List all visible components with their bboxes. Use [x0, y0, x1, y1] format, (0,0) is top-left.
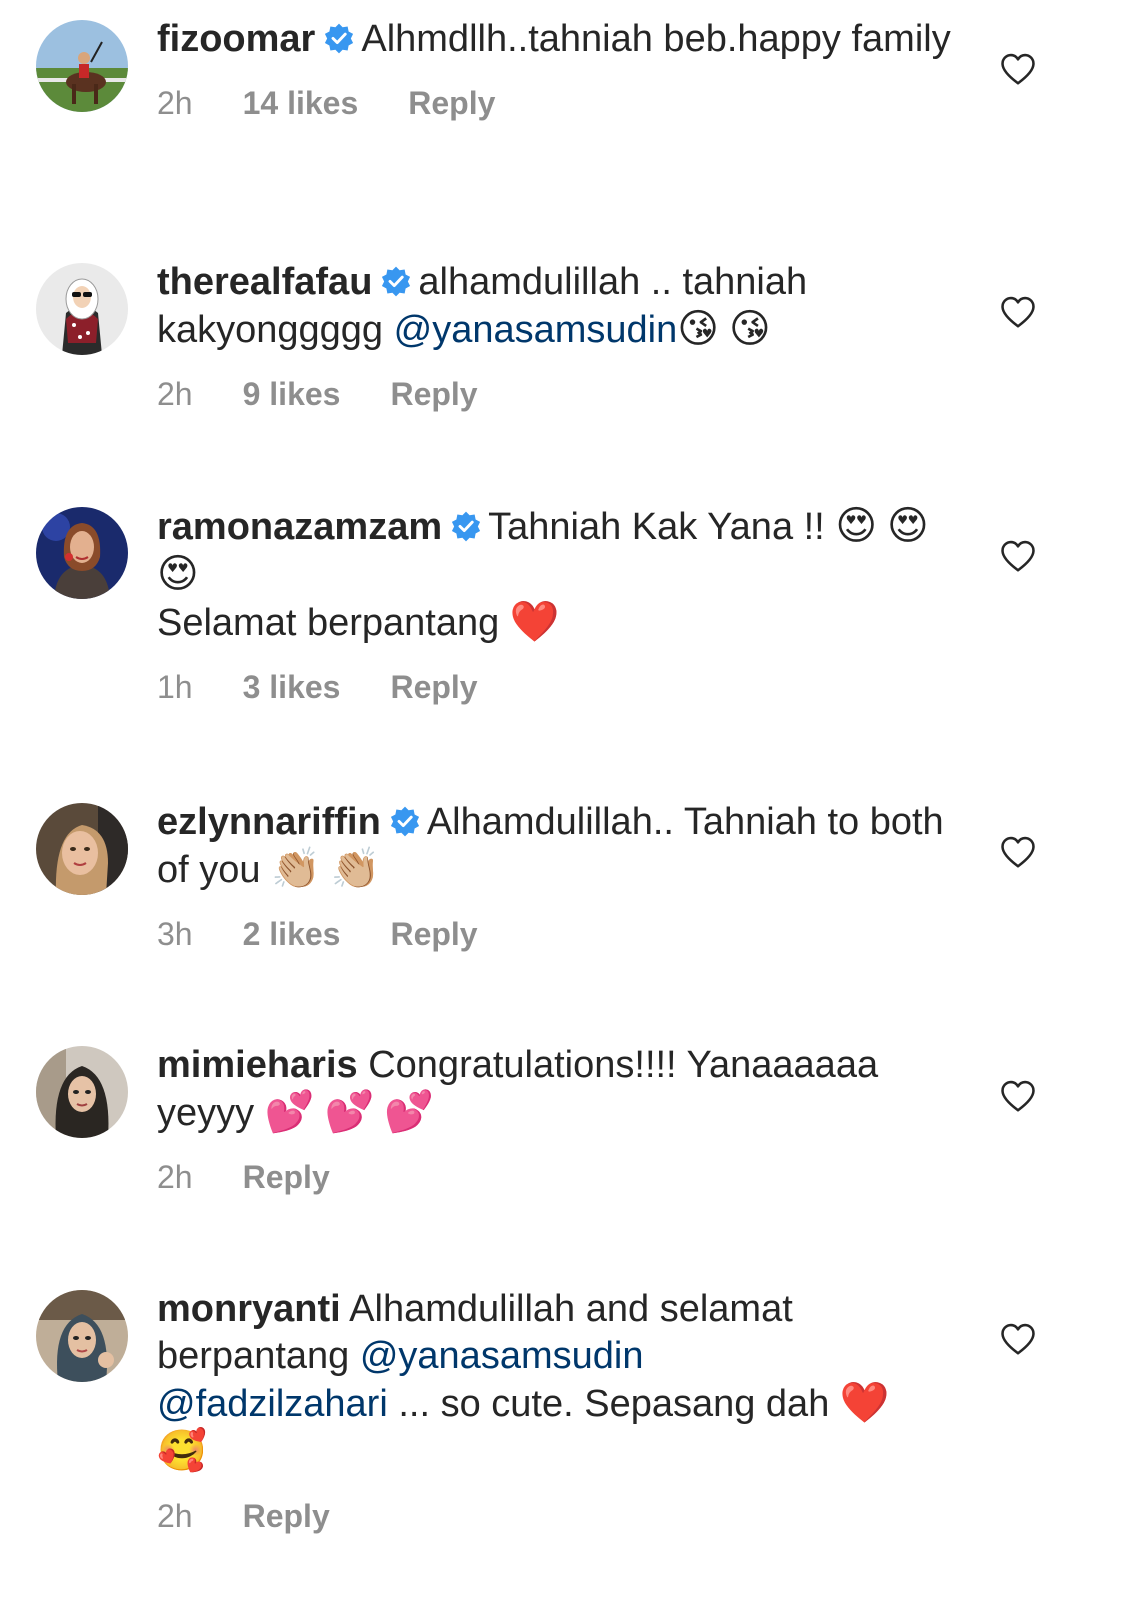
reply-button[interactable]: Reply — [390, 669, 477, 705]
username-link[interactable]: monryanti — [157, 1288, 341, 1330]
comment-body: monryanti Alhamdulillah and selamat berp… — [157, 1286, 957, 1536]
reply-button[interactable]: Reply — [408, 85, 495, 121]
comment-meta: 2h 9 likes Reply — [157, 374, 957, 414]
comment-text-segment: Alhmdllh..tahniah beb.happy family — [361, 18, 951, 60]
timestamp: 2h — [157, 1498, 193, 1534]
timestamp: 3h — [157, 916, 193, 952]
timestamp: 2h — [157, 85, 193, 121]
emoji: 😍 — [157, 551, 199, 597]
comment-text: fizoomar Alhmdllh..tahniah beb.happy fami… — [157, 16, 957, 63]
emoji: 😍 — [887, 503, 929, 549]
like-heart-icon[interactable] — [1000, 1079, 1036, 1113]
comment-text-segment: ... so cute. Sepasang dah — [387, 1383, 840, 1425]
avatar[interactable] — [36, 1290, 128, 1382]
comment-text: mimieharis Congratulations!!!! Yanaaaaaa… — [157, 1042, 957, 1137]
username-link[interactable]: therealfafau — [157, 261, 372, 303]
emoji: ❤️ — [509, 599, 560, 645]
avatar[interactable] — [36, 1046, 128, 1138]
reply-button[interactable]: Reply — [243, 1159, 330, 1195]
timestamp: 2h — [157, 376, 193, 412]
comment-meta: 3h 2 likes Reply — [157, 914, 957, 954]
like-heart-icon[interactable] — [1000, 835, 1036, 869]
comment-text: monryanti Alhamdulillah and selamat berp… — [157, 1286, 957, 1476]
comment-body: mimieharis Congratulations!!!! Yanaaaaaa… — [157, 1042, 957, 1197]
like-heart-icon[interactable] — [1000, 52, 1036, 86]
comment-body: fizoomar Alhmdllh..tahniah beb.happy fami… — [157, 16, 957, 123]
emoji: 😘 — [728, 306, 771, 352]
emoji: 🥰 — [157, 1428, 207, 1474]
comment-body: therealfafau alhamdulillah .. tahniah kak… — [157, 259, 957, 414]
emoji: 😍 — [835, 503, 878, 549]
likes-count[interactable]: 3 likes — [243, 669, 341, 705]
emoji: 💕 — [384, 1089, 435, 1135]
avatar[interactable] — [36, 507, 128, 599]
comment-meta: 1h 3 likes Reply — [157, 667, 957, 707]
emoji: 👏🏼 — [271, 846, 321, 892]
reply-button[interactable]: Reply — [243, 1498, 330, 1534]
verified-badge-icon — [323, 22, 355, 54]
like-heart-icon[interactable] — [1000, 1322, 1036, 1356]
likes-count[interactable]: 9 likes — [243, 376, 341, 412]
avatar[interactable] — [36, 20, 128, 112]
username-link[interactable]: ramonazamzam — [157, 506, 442, 548]
comment-text: ezlynnariffin Alhamdulillah.. Tahniah to … — [157, 799, 957, 894]
avatar[interactable] — [36, 803, 128, 895]
likes-count[interactable]: 14 likes — [243, 85, 359, 121]
username-link[interactable]: ezlynnariffin — [157, 801, 381, 843]
comment-text: ramonazamzam Tahniah Kak Yana !! 😍 😍😍 Selam… — [157, 503, 957, 647]
like-heart-icon[interactable] — [1000, 539, 1036, 573]
emoji: 😘 — [677, 306, 719, 352]
comment-text-segment: Selamat berpantang — [157, 602, 510, 644]
emoji: 💕 — [264, 1089, 315, 1135]
mention-link[interactable]: @fadzilzahari — [157, 1383, 388, 1425]
emoji: 💕 — [324, 1089, 375, 1135]
comment-meta: 2h Reply — [157, 1157, 957, 1197]
comment-body: ezlynnariffin Alhamdulillah.. Tahniah to … — [157, 799, 957, 954]
reply-button[interactable]: Reply — [390, 916, 477, 952]
verified-badge-icon — [380, 265, 412, 297]
like-heart-icon[interactable] — [1000, 295, 1036, 329]
comment-meta: 2h Reply — [157, 1496, 957, 1536]
timestamp: 2h — [157, 1159, 193, 1195]
comment-text: therealfafau alhamdulillah .. tahniah kak… — [157, 259, 957, 354]
timestamp: 1h — [157, 669, 193, 705]
verified-badge-icon — [389, 805, 421, 837]
reply-button[interactable]: Reply — [390, 376, 477, 412]
username-link[interactable]: fizoomar — [157, 18, 315, 60]
comment-text-segment: Tahniah Kak Yana !! — [488, 506, 836, 548]
username-link[interactable]: mimieharis — [157, 1044, 358, 1086]
mention-link[interactable]: @yanasamsudin — [394, 309, 678, 351]
comment-body: ramonazamzam Tahniah Kak Yana !! 😍 😍😍 Selam… — [157, 503, 957, 707]
verified-badge-icon — [450, 510, 482, 542]
likes-count[interactable]: 2 likes — [243, 916, 341, 952]
avatar[interactable] — [36, 263, 128, 355]
mention-link[interactable]: @yanasamsudin — [360, 1335, 644, 1377]
emoji: ❤️ — [839, 1380, 890, 1426]
emoji: 👏🏼 — [330, 846, 381, 892]
comment-meta: 2h 14 likes Reply — [157, 83, 957, 123]
